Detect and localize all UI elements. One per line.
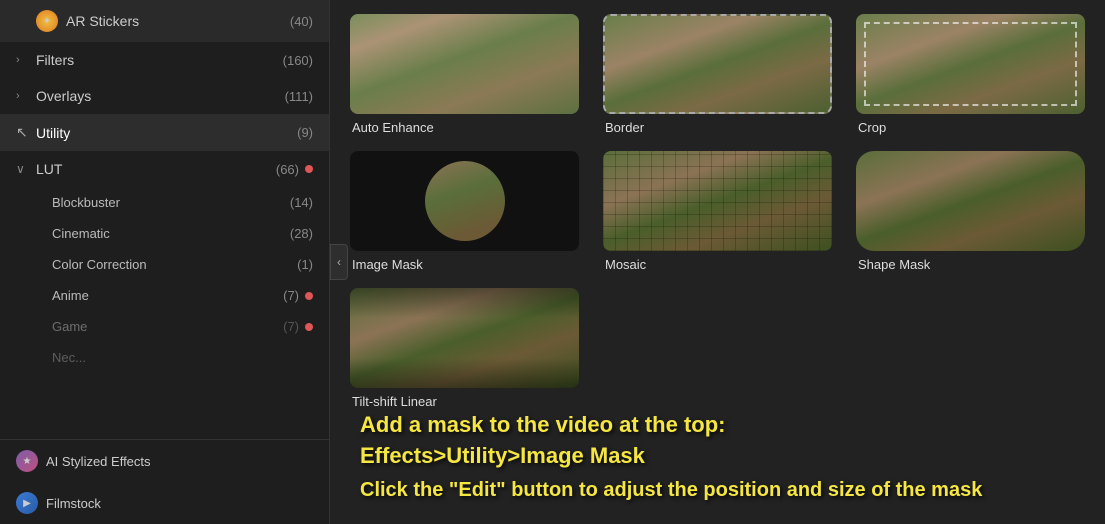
sidebar-item-ai-stylized[interactable]: ★ AI Stylized Effects: [0, 440, 329, 482]
effect-border[interactable]: Border: [603, 14, 832, 135]
effects-grid: Auto Enhance Border Crop Image Mask Mosa…: [350, 10, 1085, 409]
sidebar-item-cinematic[interactable]: Cinematic (28): [0, 218, 329, 249]
sidebar-sub-count: (7): [283, 319, 299, 334]
sidebar-item-blockbuster[interactable]: Blockbuster (14): [0, 187, 329, 218]
sidebar-sub-count: (28): [290, 226, 313, 241]
ai-stylized-label: AI Stylized Effects: [46, 454, 151, 469]
effect-label-shape-mask: Shape Mask: [856, 257, 930, 272]
sidebar-label: Overlays: [36, 88, 285, 104]
sidebar-count: (160): [283, 53, 313, 68]
sidebar-label: Utility: [36, 125, 297, 141]
effect-thumb-mosaic: [603, 151, 832, 251]
arrow-icon: ∨: [16, 162, 30, 176]
sidebar-label: AR Stickers: [66, 13, 290, 29]
sidebar-item-ar-stickers[interactable]: ✦ AR Stickers (40): [0, 0, 329, 42]
new-dot: [305, 323, 313, 331]
effect-image-mask[interactable]: Image Mask: [350, 151, 579, 272]
effect-auto-enhance[interactable]: Auto Enhance: [350, 14, 579, 135]
new-dot: [305, 292, 313, 300]
sidebar-sub-count: (7): [283, 288, 299, 303]
effect-label-image-mask: Image Mask: [350, 257, 423, 272]
effect-label-auto-enhance: Auto Enhance: [350, 120, 434, 135]
sidebar: ✦ AR Stickers (40) › Filters (160) › Ove…: [0, 0, 330, 524]
sidebar-item-utility[interactable]: ↖ Utility (9): [0, 114, 329, 151]
ar-stickers-icon: ✦: [36, 10, 58, 32]
sidebar-sub-label: Anime: [52, 288, 283, 303]
effect-thumb-tiltshift: [350, 288, 579, 388]
filmstock-label: Filmstock: [46, 496, 101, 511]
effect-thumb-crop: [856, 14, 1085, 114]
sidebar-item-neon[interactable]: Nec...: [0, 342, 329, 373]
arrow-icon: ›: [16, 54, 30, 66]
sidebar-sub-count: (1): [297, 257, 313, 272]
effect-thumb-shape-mask: [856, 151, 1085, 251]
effect-tiltshift-linear[interactable]: Tilt-shift Linear: [350, 288, 579, 409]
effect-label-mosaic: Mosaic: [603, 257, 646, 272]
effect-crop[interactable]: Crop: [856, 14, 1085, 135]
effects-panel: Auto Enhance Border Crop Image Mask Mosa…: [330, 0, 1105, 524]
sidebar-item-color-correction[interactable]: Color Correction (1): [0, 249, 329, 280]
sidebar-item-anime[interactable]: Anime (7): [0, 280, 329, 311]
new-dot: [305, 165, 313, 173]
effect-thumb-border: [603, 14, 832, 114]
sidebar-count: (66): [276, 162, 299, 177]
effect-label-crop: Crop: [856, 120, 886, 135]
effect-shape-mask[interactable]: Shape Mask: [856, 151, 1085, 272]
sidebar-item-lut[interactable]: ∨ LUT (66): [0, 151, 329, 187]
effect-label-border: Border: [603, 120, 644, 135]
effect-mosaic[interactable]: Mosaic: [603, 151, 832, 272]
sidebar-item-filters[interactable]: › Filters (160): [0, 42, 329, 78]
sidebar-label: LUT: [36, 161, 276, 177]
sidebar-count: (9): [297, 125, 313, 140]
sidebar-sub-label: Nec...: [52, 350, 313, 365]
effect-thumb-image-mask: [350, 151, 579, 251]
arrow-icon: ›: [16, 90, 30, 102]
effect-thumb-auto-enhance: [350, 14, 579, 114]
sidebar-item-game[interactable]: Game (7): [0, 311, 329, 342]
sidebar-sub-label: Blockbuster: [52, 195, 290, 210]
arrow-icon: ↖: [16, 124, 30, 141]
sidebar-sub-label: Color Correction: [52, 257, 297, 272]
sidebar-count: (40): [290, 14, 313, 29]
sidebar-label: Filters: [36, 52, 283, 68]
sidebar-bottom: ★ AI Stylized Effects ▶ Filmstock: [0, 439, 329, 524]
sidebar-sub-count: (14): [290, 195, 313, 210]
sidebar-sub-label: Cinematic: [52, 226, 290, 241]
effect-label-tiltshift-linear: Tilt-shift Linear: [350, 394, 437, 409]
sidebar-collapse-button[interactable]: ‹: [330, 244, 348, 280]
sidebar-count: (111): [285, 89, 313, 104]
sidebar-item-overlays[interactable]: › Overlays (111): [0, 78, 329, 114]
filmstock-icon: ▶: [16, 492, 38, 514]
sidebar-item-filmstock[interactable]: ▶ Filmstock: [0, 482, 329, 524]
collapse-icon: ‹: [337, 255, 341, 269]
ai-stylized-icon: ★: [16, 450, 38, 472]
mosaic-grid-overlay: [603, 151, 832, 251]
sidebar-sub-label: Game: [52, 319, 283, 334]
